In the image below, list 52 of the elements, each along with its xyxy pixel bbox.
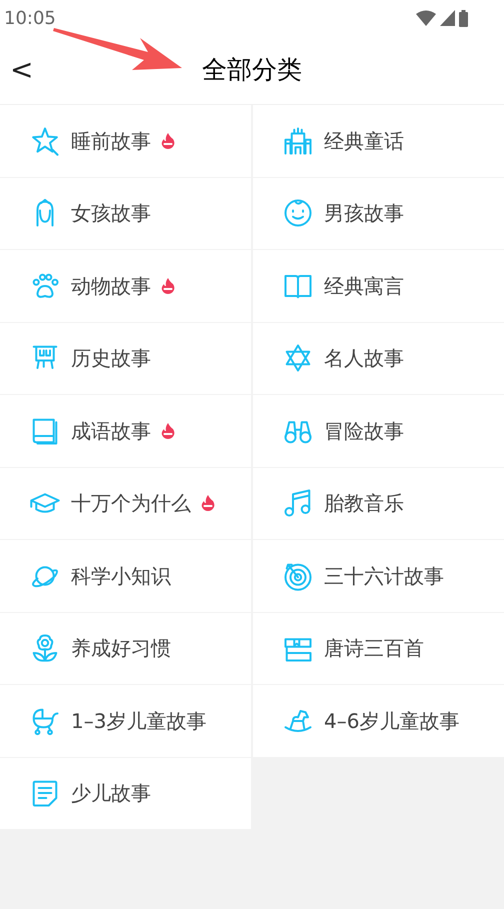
category-item[interactable]: 成语故事 (0, 395, 251, 466)
category-label: 名人故事 (324, 345, 404, 372)
category-item[interactable]: 1–3岁儿童故事 (0, 685, 251, 756)
category-item[interactable]: 经典寓言 (253, 250, 504, 322)
category-item[interactable]: 经典童话 (253, 105, 504, 176)
category-item[interactable]: 冒险故事 (253, 395, 504, 466)
castle-icon (283, 126, 313, 156)
category-item[interactable]: 睡前故事 (0, 105, 251, 176)
category-label: 动物故事 (71, 272, 151, 300)
category-item[interactable]: 男孩故事 (253, 178, 504, 249)
star-icon (30, 126, 60, 156)
category-item[interactable]: 4–6岁儿童故事 (253, 685, 504, 756)
page-title: 全部分类 (202, 54, 302, 86)
category-item[interactable]: 十万个为什么 (0, 468, 251, 539)
category-item[interactable]: 三十六计故事 (253, 540, 504, 612)
flower-icon (30, 633, 60, 664)
category-label: 睡前故事 (71, 128, 151, 155)
wifi-icon (416, 10, 436, 26)
hexagram-icon (283, 343, 313, 374)
category-item[interactable]: 动物故事 (0, 250, 251, 322)
category-item[interactable]: 唐诗三百首 (253, 612, 504, 684)
category-label: 十万个为什么 (71, 490, 191, 518)
category-label: 男孩故事 (324, 200, 404, 228)
category-label: 经典寓言 (324, 272, 404, 300)
category-item[interactable]: 名人故事 (253, 322, 504, 394)
category-label: 冒险故事 (324, 418, 404, 445)
status-time: 10:05 (4, 6, 56, 30)
category-item[interactable]: 女孩故事 (0, 178, 251, 249)
document-icon (30, 778, 60, 808)
category-item[interactable]: 科学小知识 (0, 540, 251, 612)
category-label: 胎教音乐 (324, 490, 404, 518)
battery-icon (459, 10, 468, 26)
category-label: 4–6岁儿童故事 (324, 708, 460, 735)
category-label: 成语故事 (71, 418, 151, 445)
category-item[interactable]: 历史故事 (0, 322, 251, 394)
category-label: 1–3岁儿童故事 (71, 708, 206, 735)
category-label: 养成好习惯 (71, 635, 171, 662)
category-item[interactable]: 养成好习惯 (0, 612, 251, 684)
target-icon (283, 560, 313, 591)
category-label: 少儿故事 (71, 780, 151, 808)
category-label: 唐诗三百首 (324, 635, 424, 662)
category-label: 三十六计故事 (324, 562, 444, 590)
category-label: 女孩故事 (71, 200, 151, 228)
category-item[interactable]: 少儿故事 (0, 758, 251, 829)
category-item[interactable]: 胎教音乐 (253, 468, 504, 539)
signal-icon (440, 10, 455, 26)
back-button[interactable]: < (6, 56, 38, 84)
category-label: 科学小知识 (71, 562, 171, 590)
category-label: 经典童话 (324, 128, 404, 155)
smiley-face-icon (283, 198, 313, 228)
music-note-icon (283, 488, 313, 518)
category-label: 历史故事 (71, 345, 151, 372)
